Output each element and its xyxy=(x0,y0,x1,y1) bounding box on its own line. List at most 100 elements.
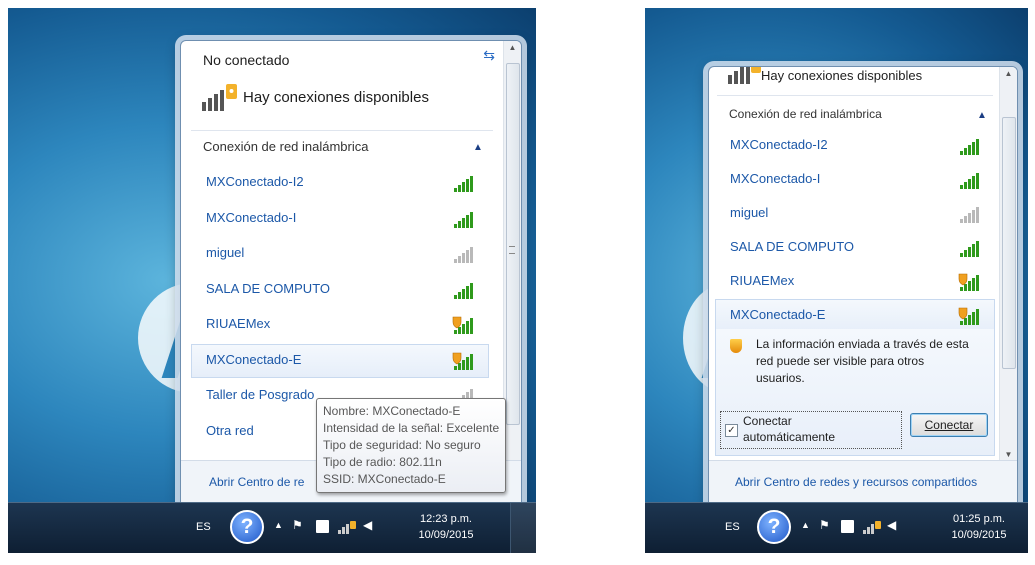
wireless-section-label: Conexión de red inalámbrica xyxy=(203,139,369,154)
auto-connect-checkbox[interactable]: ✓ xyxy=(725,424,738,437)
tooltip-signal: Intensidad de la señal: Excelente xyxy=(323,421,500,435)
network-available-icon xyxy=(727,67,763,85)
wireless-signal-icon xyxy=(958,137,980,155)
tooltip-name: Nombre: MXConectado-E xyxy=(323,404,461,418)
network-item[interactable]: RIUAEMex xyxy=(715,265,995,299)
secured-wireless-signal-icon xyxy=(452,316,474,334)
chevron-up-icon[interactable]: ▲ xyxy=(977,110,987,121)
panel-footer: Abrir Centro de redes y recursos compart… xyxy=(709,460,1017,507)
network-available-icon xyxy=(201,82,239,112)
language-indicator[interactable]: ES xyxy=(725,519,740,535)
wireless-signal-icon xyxy=(958,239,980,257)
network-name: MXConectado-I2 xyxy=(206,174,304,189)
network-name: RIUAEMex xyxy=(206,316,271,331)
help-icon[interactable]: ? xyxy=(757,510,791,544)
clock[interactable]: 12:23 p.m. 10/09/2015 xyxy=(406,511,486,543)
connect-button[interactable]: Conectar xyxy=(910,413,988,437)
scroll-thumb[interactable] xyxy=(1002,117,1016,369)
network-item[interactable]: MXConectado-I2 xyxy=(191,166,489,200)
network-name: MXConectado-E xyxy=(730,307,826,322)
wireless-signal-icon xyxy=(452,281,474,299)
taskbar: ES ? ▲ ⚑ ◀ 01:25 p.m. 10/09/2015 xyxy=(645,502,1028,553)
wireless-section-label: Conexión de red inalámbrica xyxy=(729,107,882,121)
show-desktop-button[interactable] xyxy=(510,503,536,553)
auto-connect-option[interactable]: ✓ Conectar automáticamente xyxy=(720,411,902,449)
taskbar: ES ? ▲ ⚑ ◀ 12:23 p.m. 10/09/2015 xyxy=(8,502,536,553)
tooltip-security: Tipo de seguridad: No seguro xyxy=(323,438,481,452)
volume-icon[interactable]: ◀ xyxy=(363,518,372,532)
wifi-flyout-panel: Hay conexiones disponibles Conexión de r… xyxy=(708,66,1018,508)
network-name: RIUAEMex xyxy=(730,273,795,288)
screenshot-right: Hay conexiones disponibles Conexión de r… xyxy=(645,8,1028,553)
network-name: Otra red xyxy=(206,422,254,438)
language-indicator[interactable]: ES xyxy=(196,519,211,535)
network-name: miguel xyxy=(206,245,245,260)
connection-status: No conectado xyxy=(203,52,290,68)
warning-line-1: La información enviada a través de esta xyxy=(756,337,969,351)
available-connections-label: Hay conexiones disponibles xyxy=(243,89,429,106)
network-item[interactable]: MXConectado-I xyxy=(191,202,489,236)
network-details-tooltip: Nombre: MXConectado-E Intensidad de la s… xyxy=(316,398,507,493)
show-hidden-icons[interactable]: ▲ xyxy=(801,520,810,530)
security-warning: La información enviada a través de esta … xyxy=(756,336,969,387)
network-item[interactable]: MXConectado-E xyxy=(715,299,995,332)
warning-line-2: red puede ser visible para otros xyxy=(756,354,925,368)
tooltip-radio: Tipo de radio: 802.11n xyxy=(323,455,442,469)
network-item[interactable]: MXConectado-E xyxy=(191,343,489,378)
scroll-grip xyxy=(509,246,515,254)
network-name: MXConectado-I xyxy=(206,209,297,225)
flag-icon[interactable]: ⚑ xyxy=(292,518,303,532)
clock-time: 01:25 p.m. xyxy=(953,513,1005,525)
tooltip-ssid: SSID: MXConectado-E xyxy=(323,472,446,486)
separator xyxy=(717,95,993,96)
volume-icon[interactable]: ◀ xyxy=(887,518,896,532)
secured-wireless-signal-icon xyxy=(958,307,980,325)
scroll-up-arrow[interactable]: ▲ xyxy=(504,43,521,52)
network-item[interactable]: SALA DE COMPUTO xyxy=(191,273,489,307)
separator xyxy=(191,130,493,131)
refresh-icon[interactable]: ⇆ xyxy=(483,47,495,64)
open-network-center-link[interactable]: Abrir Centro de redes y recursos compart… xyxy=(735,475,977,489)
wireless-signal-icon xyxy=(452,210,474,228)
network-item[interactable]: miguel xyxy=(191,237,489,271)
network-name: SALA DE COMPUTO xyxy=(206,280,331,296)
network-item[interactable]: MXConectado-I xyxy=(715,163,995,197)
scroll-up-arrow[interactable]: ▲ xyxy=(1000,69,1017,78)
secured-wireless-signal-icon xyxy=(452,352,474,370)
screenshot-left: No conectado ⇆ Hay conexiones disponible… xyxy=(8,8,536,553)
network-item[interactable]: miguel xyxy=(715,197,995,231)
network-icon[interactable] xyxy=(863,520,881,534)
open-network-center-link[interactable]: Abrir Centro de re xyxy=(209,475,304,489)
network-item[interactable]: SALA DE COMPUTO xyxy=(715,231,995,265)
wireless-signal-icon xyxy=(958,205,980,223)
window-icon[interactable] xyxy=(316,520,329,533)
wireless-signal-icon xyxy=(958,171,980,189)
scrollbar[interactable]: ▲ xyxy=(503,41,521,461)
flag-icon[interactable]: ⚑ xyxy=(819,518,830,532)
available-connections-label: Hay conexiones disponibles xyxy=(761,68,923,83)
network-name: SALA DE COMPUTO xyxy=(730,239,855,254)
network-item[interactable]: RIUAEMex xyxy=(191,308,489,342)
show-hidden-icons[interactable]: ▲ xyxy=(274,520,283,530)
network-item[interactable]: MXConectado-I2 xyxy=(715,129,995,163)
help-icon[interactable]: ? xyxy=(230,510,264,544)
network-name: MXConectado-I xyxy=(730,171,821,186)
clock-date: 10/09/2015 xyxy=(951,529,1007,541)
auto-connect-label: Conectar automáticamente xyxy=(743,413,835,445)
wireless-signal-icon xyxy=(452,245,474,263)
chevron-up-icon[interactable]: ▲ xyxy=(473,142,483,153)
auto-connect-line-1: Conectar xyxy=(743,414,792,428)
network-name: MXConectado-E xyxy=(206,351,302,367)
secured-wireless-signal-icon xyxy=(958,273,980,291)
scroll-thumb[interactable] xyxy=(506,63,520,425)
clock[interactable]: 01:25 p.m. 10/09/2015 xyxy=(939,511,1019,543)
network-name: MXConectado-I2 xyxy=(730,137,828,152)
auto-connect-line-2: automáticamente xyxy=(743,430,836,444)
security-shield-icon xyxy=(730,339,742,353)
scroll-down-arrow[interactable]: ▼ xyxy=(1000,450,1017,459)
window-icon[interactable] xyxy=(841,520,854,533)
network-icon[interactable] xyxy=(338,520,356,534)
warning-line-3: usuarios. xyxy=(756,371,805,385)
scrollbar[interactable]: ▲ ▼ xyxy=(999,67,1017,461)
selected-network-details: La información enviada a través de esta … xyxy=(715,329,995,456)
